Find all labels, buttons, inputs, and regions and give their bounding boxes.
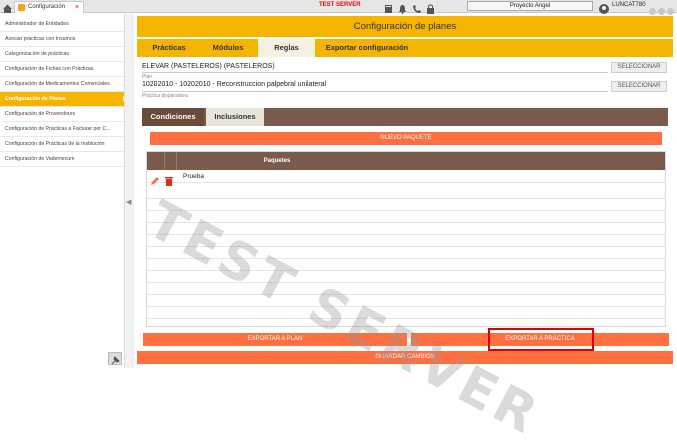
practice-label: Práctica disparadora xyxy=(142,93,188,99)
tab-configuracion[interactable]: Configuración × xyxy=(14,1,84,13)
header-cell xyxy=(165,152,177,170)
pin-icon[interactable] xyxy=(108,352,122,365)
sidebar-item-proveedores[interactable]: Configuración de Proveedores xyxy=(0,107,132,122)
select-entity-button[interactable]: SELECCIONAR xyxy=(611,62,667,73)
sidebar-item-insumos[interactable]: Asociar practicas con Insumos xyxy=(0,32,132,47)
top-bar: Configuración × TEST SERVER Proyecto Ang… xyxy=(0,0,677,15)
table-row xyxy=(147,296,665,307)
divider xyxy=(142,72,608,73)
highlight-box xyxy=(488,328,594,351)
select-plan-button[interactable]: SELECCIONAR xyxy=(611,81,667,92)
tab-exportar-configuracion[interactable]: Exportar configuración xyxy=(317,39,417,57)
tab-bar: Prácticas Módulos Reglas Exportar config… xyxy=(137,39,673,57)
sidebar: Administrador de Entidades Asociar pract… xyxy=(0,14,133,368)
panel-tabs: Condiciones Inclusiones xyxy=(142,108,668,126)
sidebar-item-planes[interactable]: Configuración de Planes xyxy=(0,92,132,107)
project-selector[interactable]: Proyecto Angel xyxy=(467,1,593,11)
tab-practicas[interactable]: Prácticas xyxy=(141,39,197,57)
sidebar-item-entidades[interactable]: Administrador de Entidades xyxy=(0,17,132,32)
config-icon xyxy=(18,4,25,11)
package-name: Prueba xyxy=(183,173,204,180)
entity-value: ELEVAR (PASTELEROS) (PASTELEROS) xyxy=(142,63,275,70)
sidebar-item-categorizacion[interactable]: Categorización de prácticas xyxy=(0,47,132,62)
user-name: LUNCAT780 xyxy=(612,2,646,8)
table-row[interactable]: Prueba xyxy=(147,172,665,186)
table-row xyxy=(147,188,665,199)
close-icon[interactable]: × xyxy=(75,2,79,13)
main-panel: Configuración de planes Prácticas Módulo… xyxy=(137,14,673,368)
new-package-button[interactable]: NUEVO PAQUETE xyxy=(150,132,662,145)
divider xyxy=(142,91,608,92)
sidebar-item-practicas-facturar[interactable]: Configuración de Prácticas a Facturar po… xyxy=(0,122,132,137)
home-icon[interactable] xyxy=(2,1,13,13)
tab-label: Configuración xyxy=(28,4,66,10)
edit-icon[interactable] xyxy=(150,173,160,185)
tab-modulos[interactable]: Módulos xyxy=(199,39,257,57)
book-icon[interactable] xyxy=(384,1,394,13)
trash-icon[interactable] xyxy=(164,173,174,186)
sidebar-item-medicamentos[interactable]: Configuración de Medicamentos Comerciale… xyxy=(0,77,132,92)
sidebar-item-fichas[interactable]: Configuración de Fichas con Prácticas xyxy=(0,62,132,77)
tab-inclusiones[interactable]: Inclusiones xyxy=(206,108,264,126)
tab-reglas[interactable]: Reglas xyxy=(258,39,315,57)
tab-condiciones[interactable]: Condiciones xyxy=(142,108,204,126)
plan-label: Plan xyxy=(142,74,153,80)
sidebar-item-practicas-institucion[interactable]: Configuración de Prácticas de la Institu… xyxy=(0,137,132,152)
page-title: Configuración de planes xyxy=(137,16,673,37)
table-row xyxy=(147,200,665,211)
header-cell xyxy=(147,152,165,170)
bell-icon[interactable] xyxy=(398,1,408,14)
environment-label: TEST SERVER xyxy=(319,2,361,8)
column-header-paquetes: Paquetes xyxy=(263,158,291,164)
table-header: Paquetes xyxy=(147,152,665,170)
lock-icon[interactable] xyxy=(426,1,436,14)
sidebar-item-vademecum[interactable]: Configuración de Vademecum xyxy=(0,152,132,167)
phone-icon[interactable] xyxy=(412,1,422,13)
user-icon[interactable] xyxy=(599,1,609,14)
sidebar-collapse-handle[interactable]: ◀ xyxy=(124,14,134,368)
chevron-left-icon: ◀ xyxy=(126,199,132,206)
plan-value: 10202010 - 10202010 - Reconstruccion pal… xyxy=(142,81,327,88)
